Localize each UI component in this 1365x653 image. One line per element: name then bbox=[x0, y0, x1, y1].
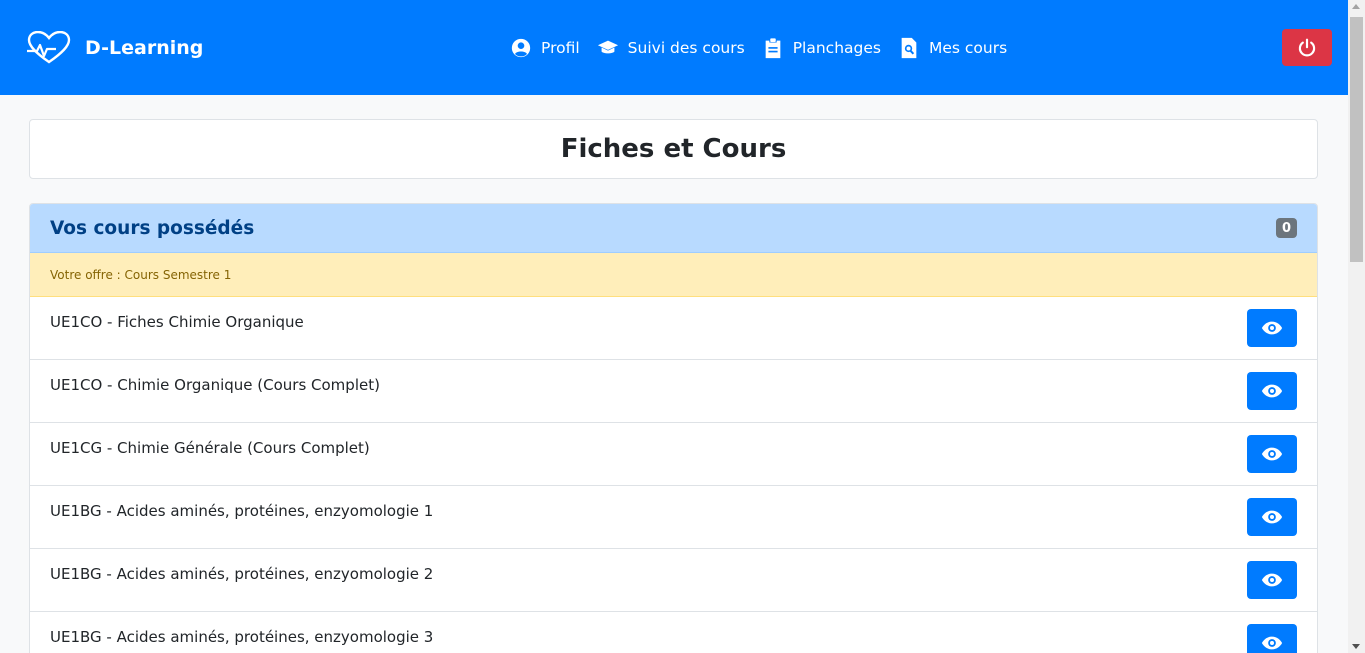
eye-icon bbox=[1261, 447, 1283, 461]
page-title-card: Fiches et Cours bbox=[29, 119, 1318, 179]
graduation-cap-icon bbox=[597, 40, 618, 54]
nav-item-mes-cours[interactable]: Mes cours bbox=[898, 37, 1007, 59]
eye-icon bbox=[1261, 636, 1283, 650]
course-title: UE1CO - Fiches Chimie Organique bbox=[50, 313, 304, 331]
course-title: UE1BG - Acides aminés, protéines, enzyom… bbox=[50, 502, 434, 520]
heart-pulse-logo-icon bbox=[26, 30, 72, 65]
course-title: UE1BG - Acides aminés, protéines, enzyom… bbox=[50, 565, 434, 583]
course-row: UE1CO - Chimie Organique (Cours Complet) bbox=[30, 360, 1317, 423]
brand[interactable]: D-Learning bbox=[26, 30, 203, 66]
eye-icon bbox=[1261, 321, 1283, 335]
nav-item-suivi-des-cours[interactable]: Suivi des cours bbox=[597, 37, 745, 59]
page-scrollbar[interactable] bbox=[1348, 0, 1365, 653]
owned-courses-card: Vos cours possédés 0 Votre offre : Cours… bbox=[29, 203, 1318, 653]
eye-icon bbox=[1261, 384, 1283, 398]
logout-button[interactable] bbox=[1282, 29, 1332, 66]
course-row: UE1BG - Acides aminés, protéines, enzyom… bbox=[30, 612, 1317, 653]
view-course-button[interactable] bbox=[1247, 498, 1297, 536]
course-title: UE1BG - Acides aminés, protéines, enzyom… bbox=[50, 628, 434, 646]
page-title: Fiches et Cours bbox=[560, 134, 787, 164]
nav-label-suivi-des-cours: Suivi des cours bbox=[627, 39, 745, 57]
course-title: UE1CO - Chimie Organique (Cours Complet) bbox=[50, 376, 380, 394]
view-course-button[interactable] bbox=[1247, 309, 1297, 347]
scroll-down-arrow-icon[interactable] bbox=[1352, 644, 1360, 649]
scrollbar-thumb[interactable] bbox=[1350, 17, 1363, 262]
view-course-button[interactable] bbox=[1247, 561, 1297, 599]
view-course-button[interactable] bbox=[1247, 624, 1297, 653]
power-icon bbox=[1298, 38, 1316, 56]
course-title: UE1CG - Chimie Générale (Cours Complet) bbox=[50, 439, 370, 457]
nav-item-profil[interactable]: Profil bbox=[510, 37, 580, 59]
course-row: UE1CG - Chimie Générale (Cours Complet) bbox=[30, 423, 1317, 486]
eye-icon bbox=[1261, 573, 1283, 587]
brand-name: D-Learning bbox=[85, 37, 204, 59]
scroll-up-arrow-icon[interactable] bbox=[1352, 4, 1360, 9]
view-course-button[interactable] bbox=[1247, 372, 1297, 410]
view-course-button[interactable] bbox=[1247, 435, 1297, 473]
owned-courses-title: Vos cours possédés bbox=[50, 218, 255, 239]
owned-courses-header: Vos cours possédés 0 bbox=[30, 204, 1317, 253]
clipboard-icon bbox=[765, 38, 781, 59]
user-circle-icon bbox=[511, 38, 531, 58]
top-navbar: D-Learning Profil Suivi des cours Planch… bbox=[0, 0, 1348, 95]
file-search-icon bbox=[901, 37, 917, 59]
eye-icon bbox=[1261, 510, 1283, 524]
offer-info: Votre offre : Cours Semestre 1 bbox=[30, 253, 1317, 297]
course-row: UE1CO - Fiches Chimie Organique bbox=[30, 297, 1317, 360]
nav-label-planchages: Planchages bbox=[792, 39, 881, 57]
course-list: UE1CO - Fiches Chimie Organique UE1CO - C… bbox=[30, 297, 1317, 653]
nav-item-planchages[interactable]: Planchages bbox=[762, 37, 881, 59]
course-row: UE1BG - Acides aminés, protéines, enzyom… bbox=[30, 549, 1317, 612]
main-nav: Profil Suivi des cours Planchages Mes co… bbox=[510, 34, 1024, 62]
course-count-badge: 0 bbox=[1276, 218, 1297, 238]
nav-label-mes-cours: Mes cours bbox=[928, 39, 1008, 57]
nav-label-profil: Profil bbox=[541, 39, 580, 57]
course-row: UE1BG - Acides aminés, protéines, enzyom… bbox=[30, 486, 1317, 549]
